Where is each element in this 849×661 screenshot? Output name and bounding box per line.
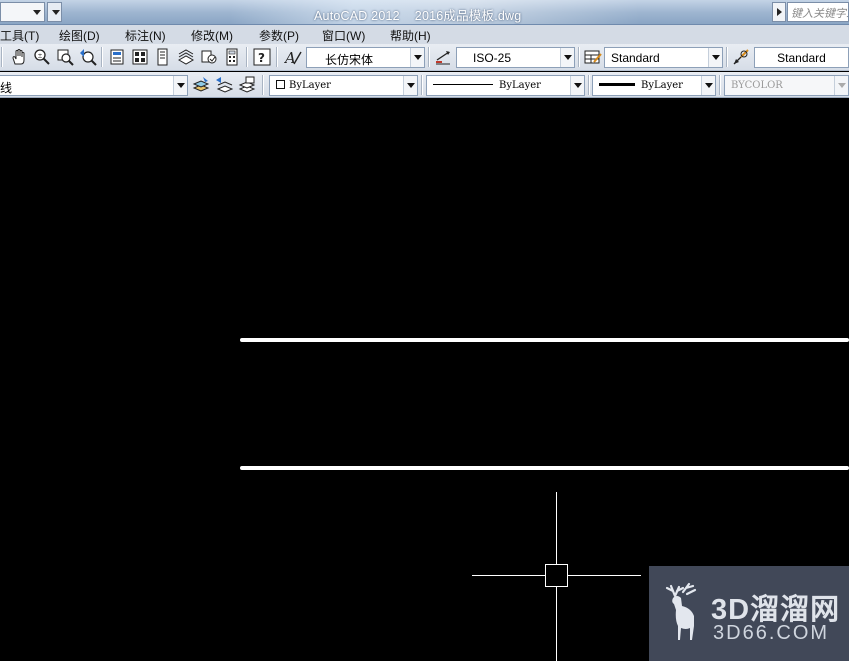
lineweight-preview (599, 83, 635, 86)
cursor-pickbox (545, 564, 568, 587)
text-style-dropdown[interactable]: 长仿宋体 (306, 47, 425, 68)
menu-modify[interactable]: 修改(M) (191, 27, 233, 44)
layer-previous-icon[interactable] (215, 76, 233, 94)
design-center-icon[interactable] (131, 48, 149, 66)
table-style-value: Standard (611, 51, 660, 65)
plot-style-value: BYCOLOR (731, 80, 783, 91)
linetype-dropdown[interactable]: ByLayer (426, 75, 585, 96)
menu-draw[interactable]: 绘图(D) (59, 27, 100, 44)
make-current-layer-icon[interactable] (192, 76, 210, 94)
chevron-down-icon (834, 76, 848, 95)
toolbar-separator (262, 75, 264, 95)
calculator-icon[interactable] (223, 48, 241, 66)
linetype-value: ByLayer (499, 80, 541, 91)
menu-parametric[interactable]: 参数(P) (259, 27, 299, 44)
help-icon[interactable]: ? (253, 48, 271, 66)
plot-style-dropdown: BYCOLOR (724, 75, 849, 96)
text-style-value: 长仿宋体 (325, 53, 374, 67)
chevron-down-icon (49, 5, 62, 20)
toolbar-separator (246, 47, 248, 67)
menu-bar: 工具(T) 绘图(D) 标注(N) 修改(M) 参数(P) 窗口(W) 帮助(H… (0, 25, 849, 44)
zoom-window-icon[interactable] (56, 48, 74, 66)
toolbar-separator (421, 75, 423, 95)
menu-dimension[interactable]: 标注(N) (125, 27, 166, 44)
quick-access-menu-button[interactable] (47, 2, 62, 22)
layer-value: 线 (0, 81, 13, 95)
expand-search-button[interactable] (772, 2, 786, 22)
chevron-down-icon (560, 48, 574, 67)
search-input[interactable]: 键入关键字或短语 (787, 2, 849, 22)
cad-line-lower[interactable] (240, 466, 849, 470)
menu-tools[interactable]: 工具(T) (0, 27, 39, 44)
chevron-down-icon (173, 76, 187, 95)
toolbar-separator (719, 75, 721, 95)
multileader-style-icon[interactable] (732, 48, 750, 66)
tool-palettes-icon[interactable] (154, 48, 172, 66)
multileader-style-value: Standard (777, 51, 826, 65)
color-swatch (276, 80, 285, 89)
chevron-down-icon (30, 5, 43, 20)
toolbar-separator (578, 47, 580, 67)
color-dropdown[interactable]: ByLayer (269, 75, 418, 96)
dimension-style-value: ISO-25 (473, 51, 512, 65)
watermark-url: 3D66.COM (713, 622, 830, 644)
app-name: AutoCAD 2012 (314, 9, 400, 23)
watermark: 3D溜溜网 3D66.COM (649, 566, 849, 661)
layer-state-icon[interactable] (238, 76, 256, 94)
svg-text:?: ? (258, 51, 265, 65)
toolbar-separator (726, 47, 728, 67)
lineweight-value: ByLayer (641, 80, 683, 91)
workspace-dropdown[interactable] (0, 2, 45, 22)
chevron-right-icon (777, 8, 782, 16)
chevron-down-icon (701, 76, 715, 95)
deer-logo-icon (665, 582, 697, 640)
table-style-dropdown[interactable]: Standard (604, 47, 723, 68)
zoom-previous-icon[interactable] (79, 48, 97, 66)
menu-help[interactable]: 帮助(H) (390, 27, 431, 44)
multileader-style-dropdown[interactable]: Standard (754, 47, 849, 68)
toolbar-separator (101, 47, 103, 67)
layer-dropdown[interactable]: 线 (0, 75, 188, 96)
dimension-style-icon[interactable] (434, 48, 452, 66)
menu-window[interactable]: 窗口(W) (322, 27, 365, 44)
window-title: AutoCAD 2012 2016成品模板.dwg (314, 5, 521, 24)
properties-icon[interactable] (108, 48, 126, 66)
title-bar: AutoCAD 2012 2016成品模板.dwg 键入关键字或短语 (0, 0, 849, 25)
linetype-preview (433, 84, 493, 85)
toolbar-separator (276, 47, 278, 67)
text-style-icon[interactable]: A (284, 48, 302, 66)
svg-text:±: ± (38, 53, 43, 60)
pan-icon[interactable] (10, 48, 28, 66)
chevron-down-icon (403, 76, 417, 95)
chevron-down-icon (570, 76, 584, 95)
dimension-style-dropdown[interactable]: ISO-25 (456, 47, 575, 68)
standard-toolbar: ± ? A 长仿宋体 ISO-25 Standard Standard (0, 44, 849, 71)
chevron-down-icon (410, 48, 424, 67)
zoom-realtime-icon[interactable]: ± (33, 48, 51, 66)
markup-set-icon[interactable] (200, 48, 218, 66)
toolbar-separator (428, 47, 430, 67)
cad-line-upper[interactable] (240, 338, 849, 342)
chevron-down-icon (708, 48, 722, 67)
sheet-set-icon[interactable] (177, 48, 195, 66)
properties-toolbar: 线 ByLayer ByLayer ByLayer BYCOLOR (0, 72, 849, 98)
file-name: 2016成品模板.dwg (414, 9, 522, 23)
table-style-icon[interactable] (584, 48, 602, 66)
toolbar-separator (588, 75, 590, 95)
toolbar-separator (1, 47, 3, 67)
color-value: ByLayer (289, 80, 331, 91)
lineweight-dropdown[interactable]: ByLayer (592, 75, 716, 96)
